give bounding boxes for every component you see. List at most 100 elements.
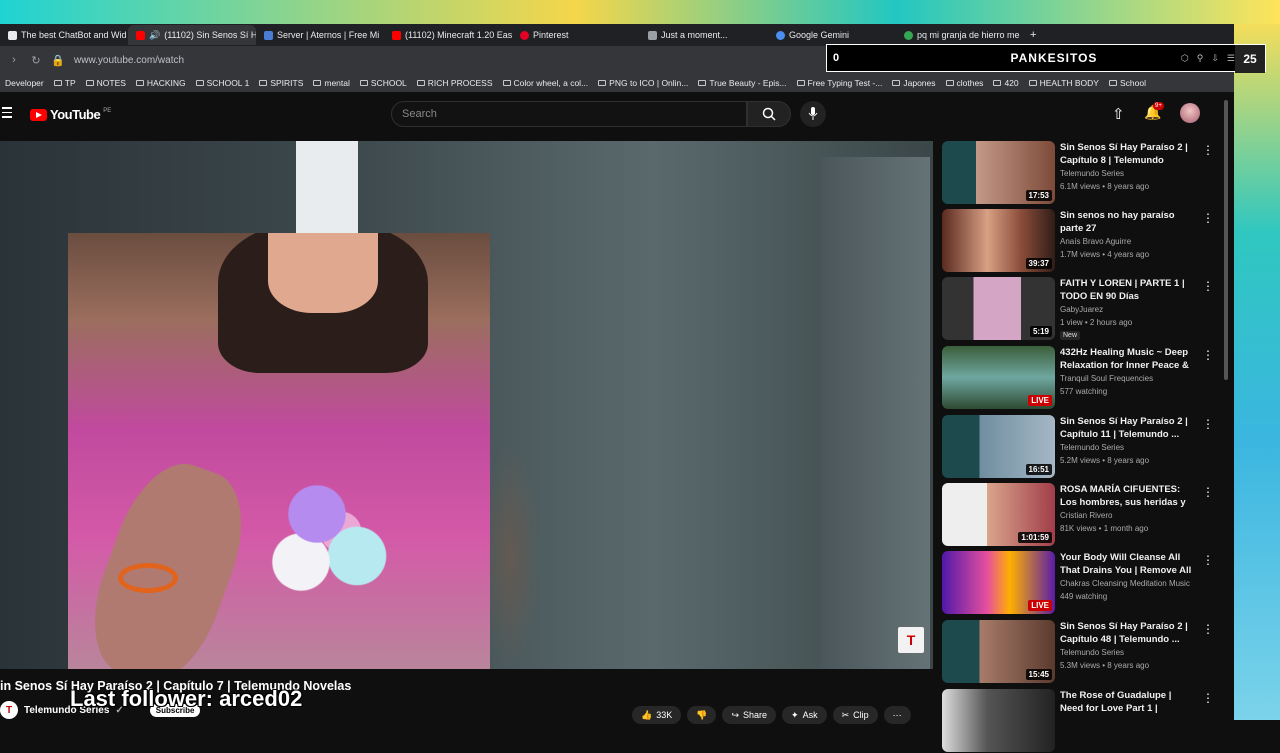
bookmark-item[interactable]: School	[1104, 78, 1151, 88]
new-tab-button[interactable]: +	[1030, 29, 1036, 41]
recommended-video[interactable]: LIVE Your Body Will Cleanse All That Drai…	[942, 551, 1222, 615]
video-title[interactable]: Sin senos no hay paraíso parte 27	[1060, 209, 1196, 235]
video-channel[interactable]: Telemundo Series	[1060, 169, 1124, 178]
video-thumbnail[interactable]: 15:45	[942, 620, 1055, 683]
recommended-video[interactable]: LIVE 432Hz Healing Music ~ Deep Relaxatio…	[942, 346, 1222, 410]
avatar[interactable]	[1180, 103, 1200, 123]
video-thumbnail[interactable]	[942, 689, 1055, 752]
video-meta: 1 view • 2 hours ago	[1060, 318, 1133, 327]
search-input[interactable]: Search	[391, 101, 747, 127]
video-thumbnail[interactable]: 1:01:59	[942, 483, 1055, 546]
more-options-icon[interactable]: ⋮	[1202, 622, 1214, 636]
menu-icon[interactable]: ☰	[1227, 53, 1235, 64]
bookmark-item[interactable]: clothes	[941, 78, 989, 88]
video-title[interactable]: The Rose of Guadalupe | Need for Love Pa…	[1060, 689, 1196, 715]
folder-icon	[1028, 80, 1037, 86]
bookmark-item[interactable]: 420	[988, 78, 1023, 88]
voice-search-button[interactable]	[800, 101, 826, 127]
download-icon[interactable]: ⇩	[1211, 53, 1219, 64]
url-field[interactable]: www.youtube.com/watch	[74, 55, 184, 66]
browser-tab[interactable]: Server | Aternos | Free Mi	[256, 25, 384, 45]
video-title[interactable]: FAITH Y LOREN | PARTE 1 | TODO EN 90 Día…	[1060, 277, 1196, 303]
bookmark-item[interactable]: Japones	[887, 78, 940, 88]
video-channel[interactable]: Cristian Rivero	[1060, 511, 1112, 520]
video-channel[interactable]: Telemundo Series	[1060, 443, 1124, 452]
dislike-button[interactable]: 👎	[687, 706, 717, 724]
more-options-icon[interactable]: ⋮	[1202, 279, 1214, 293]
clip-button[interactable]: ✂ Clip	[832, 706, 878, 724]
video-title[interactable]: Your Body Will Cleanse All That Drains Y…	[1060, 551, 1196, 577]
ask-button[interactable]: ✦ Ask	[782, 706, 827, 724]
recommended-video[interactable]: 1:01:59 ROSA MARÍA CIFUENTES: Los hombres…	[942, 483, 1222, 547]
upload-icon[interactable]: ⇧	[1112, 105, 1125, 123]
video-title[interactable]: Sin Senos Sí Hay Paraíso 2 | Capítulo 48…	[1060, 620, 1196, 646]
recommended-video[interactable]: 16:51 Sin Senos Sí Hay Paraíso 2 | Capítu…	[942, 415, 1222, 479]
more-actions-icon[interactable]: ⋯	[883, 706, 911, 724]
browser-tab[interactable]: Google Gemini	[768, 25, 896, 45]
bookmark-item[interactable]: HACKING	[131, 78, 191, 88]
video-channel[interactable]: Chakras Cleansing Meditation Music	[1060, 579, 1190, 588]
video-title[interactable]: Sin Senos Sí Hay Paraíso 2 | Capítulo 11…	[1060, 415, 1196, 441]
share-button[interactable]: ↪ Share	[722, 706, 777, 724]
recommended-video[interactable]: 5:19 FAITH Y LOREN | PARTE 1 | TODO EN 90…	[942, 277, 1222, 341]
browser-tab[interactable]: Just a moment...	[640, 25, 768, 45]
bookmark-item[interactable]: Color wheel, a col...	[498, 78, 594, 88]
video-channel[interactable]: Anaís Bravo Aguirre	[1060, 237, 1131, 246]
hamburger-menu-icon[interactable]	[2, 107, 12, 118]
reload-icon[interactable]: ↻	[28, 54, 44, 67]
more-options-icon[interactable]: ⋮	[1202, 691, 1214, 705]
video-thumbnail[interactable]: 17:53	[942, 141, 1055, 204]
more-options-icon[interactable]: ⋮	[1202, 211, 1214, 225]
bookmark-item[interactable]: PNG to ICO | Onlin...	[593, 78, 693, 88]
video-thumbnail[interactable]: 39:37	[942, 209, 1055, 272]
like-button[interactable]: 👍 33K	[632, 706, 682, 724]
recommended-video[interactable]: 39:37 Sin senos no hay paraíso parte 27 An…	[942, 209, 1222, 273]
browser-tab[interactable]: The best ChatBot and Wid	[0, 25, 128, 45]
search-button[interactable]	[747, 101, 791, 127]
more-options-icon[interactable]: ⋮	[1202, 348, 1214, 362]
channel-avatar[interactable]: T	[0, 701, 18, 719]
video-player[interactable]: T	[0, 141, 933, 669]
lock-icon[interactable]: 🔒	[50, 54, 66, 67]
video-thumbnail[interactable]: LIVE	[942, 346, 1055, 409]
video-channel[interactable]: Telemundo Series	[1060, 648, 1124, 657]
bookmark-item[interactable]: Developer	[0, 78, 49, 88]
more-options-icon[interactable]: ⋮	[1202, 553, 1214, 567]
video-channel[interactable]: Tranquil Soul Frequencies	[1060, 374, 1153, 383]
browser-tab[interactable]: pq mi granja de hierro me	[896, 25, 1024, 45]
bookmark-item[interactable]: True Beauty - Epis...	[693, 78, 791, 88]
scrollbar[interactable]	[1224, 100, 1228, 380]
bookmark-item[interactable]: RICH PROCESS	[412, 78, 498, 88]
video-thumbnail[interactable]: LIVE	[942, 551, 1055, 614]
more-options-icon[interactable]: ⋮	[1202, 143, 1214, 157]
folder-icon	[259, 80, 268, 86]
browser-tab[interactable]: Pinterest	[512, 25, 640, 45]
profile-icon[interactable]: ⚲	[1197, 53, 1204, 64]
browser-tab[interactable]: (11102) Minecraft 1.20 Eas	[384, 25, 512, 45]
video-title[interactable]: Sin Senos Sí Hay Paraíso 2 | Capítulo 8 …	[1060, 141, 1196, 167]
speaker-icon[interactable]: 🔊	[149, 30, 160, 41]
youtube-logo[interactable]: YouTube PE	[30, 107, 111, 122]
bookmark-item[interactable]: SPIRITS	[254, 78, 308, 88]
bookmark-item[interactable]: mental	[308, 78, 355, 88]
extension-icon[interactable]: ⬡	[1181, 53, 1189, 64]
bookmark-item[interactable]: TP	[49, 78, 81, 88]
video-thumbnail[interactable]: 5:19	[942, 277, 1055, 340]
bookmark-item[interactable]: SCHOOL	[355, 78, 412, 88]
bookmark-item[interactable]: HEALTH BODY	[1024, 78, 1104, 88]
video-title[interactable]: 432Hz Healing Music ~ Deep Relaxation fo…	[1060, 346, 1196, 372]
video-thumbnail[interactable]: 16:51	[942, 415, 1055, 478]
bookmark-item[interactable]: SCHOOL 1	[191, 78, 255, 88]
more-options-icon[interactable]: ⋮	[1202, 485, 1214, 499]
recommended-video[interactable]: The Rose of Guadalupe | Need for Love Pa…	[942, 689, 1222, 753]
video-title[interactable]: ROSA MARÍA CIFUENTES: Los hombres, sus h…	[1060, 483, 1196, 509]
recommended-video[interactable]: 15:45 Sin Senos Sí Hay Paraíso 2 | Capítu…	[942, 620, 1222, 684]
more-options-icon[interactable]: ⋮	[1202, 417, 1214, 431]
video-channel[interactable]: GabyJuarez	[1060, 305, 1103, 314]
bookmark-item[interactable]: Free Typing Test -...	[792, 78, 888, 88]
recommended-video[interactable]: 17:53 Sin Senos Sí Hay Paraíso 2 | Capítu…	[942, 141, 1222, 205]
bookmark-item[interactable]: NOTES	[81, 78, 131, 88]
browser-tab-active[interactable]: 🔊 (11102) Sin Senos Sí Ha	[128, 25, 256, 45]
desktop-background-right	[1234, 24, 1280, 720]
forward-icon[interactable]: ›	[6, 54, 22, 66]
